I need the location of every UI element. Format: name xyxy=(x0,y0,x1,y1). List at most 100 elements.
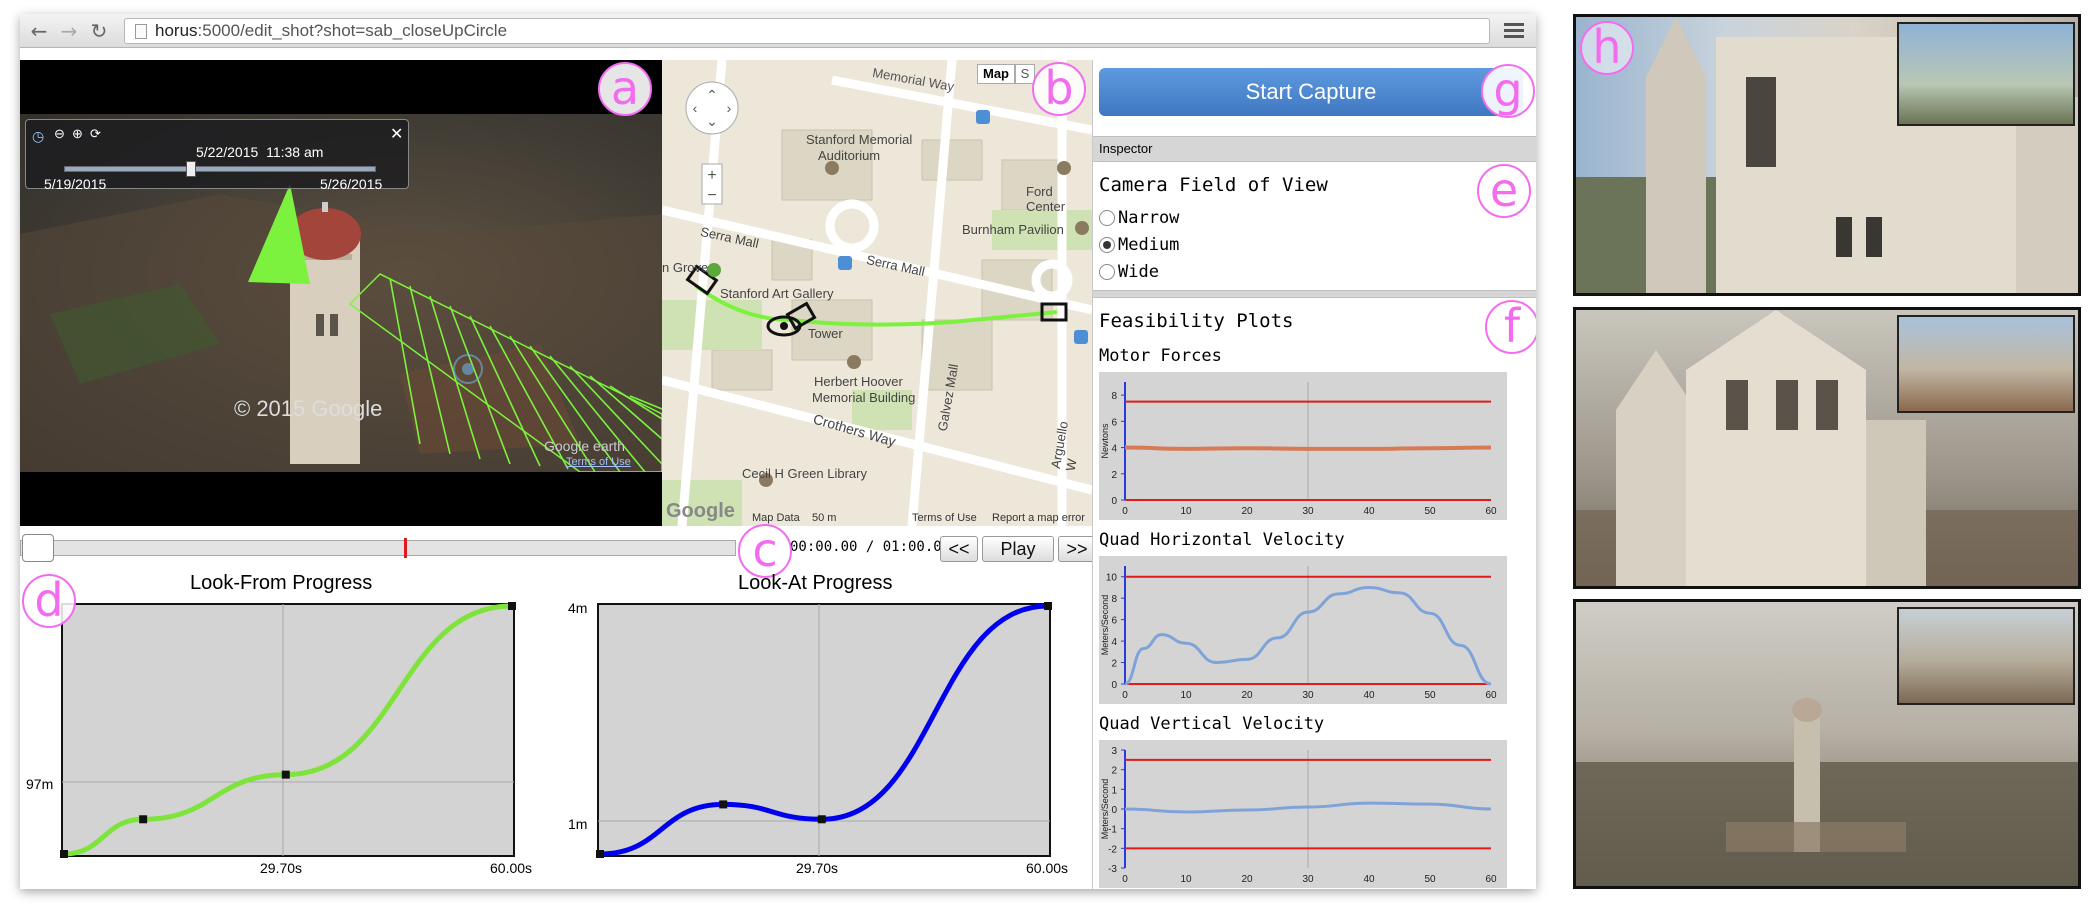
time-slider-panel: ◷ ⊖ ⊕ ⟳ ✕ 5/22/2015 11:38 am 5/19/2015 5… xyxy=(25,119,409,192)
inspector-header: Inspector xyxy=(1093,136,1536,162)
fov-option-medium[interactable]: Medium xyxy=(1099,235,1179,255)
bus-stop-icon-3 xyxy=(1074,330,1088,344)
feasibility-title: Feasibility Plots xyxy=(1099,310,1294,332)
y-tick-label--3: -3 xyxy=(1108,864,1117,875)
bus-stop-icon-2 xyxy=(838,256,852,270)
y-tick-label-4: 4 xyxy=(1111,637,1117,648)
y-tick-label-1: 1 xyxy=(1111,785,1117,796)
map-terms-link[interactable]: Terms of Use xyxy=(912,512,977,524)
map-label-grove: n Grove xyxy=(662,260,709,275)
photo-3-inset xyxy=(1897,607,2075,705)
x-tick-label-20: 20 xyxy=(1241,690,1253,701)
vertical-velocity-plot: -3-2-101230 10 20 30 40 50 60Meters/Second xyxy=(1099,740,1507,888)
inspector-panel: Start Capture g Inspector Camera Field o… xyxy=(1092,60,1536,889)
earth-terms-link[interactable]: Terms of Use xyxy=(566,456,631,468)
play-button[interactable]: Play xyxy=(982,536,1054,562)
y-tick-label-4: 4 xyxy=(1111,444,1117,455)
look-at-x-end: 60.00s xyxy=(1026,860,1069,876)
time-slider-thumb[interactable] xyxy=(186,161,196,177)
map-type-button[interactable]: Map xyxy=(977,64,1015,84)
music-venue-icon xyxy=(825,161,839,175)
x-tick-label-40: 40 xyxy=(1363,690,1375,701)
x-tick-label-50: 50 xyxy=(1424,506,1436,517)
y-tick-label-3: 3 xyxy=(1111,746,1117,757)
svg-text:⌄: ⌄ xyxy=(706,113,718,129)
clock-icon[interactable]: ◷ xyxy=(32,128,44,145)
panel-label-f: f xyxy=(1485,300,1536,354)
y-tick-label-10: 10 xyxy=(1106,573,1118,584)
campus-map[interactable]: ⌃ ⌄ ‹ › + − Map S Memorial Way Stanford … xyxy=(662,60,1092,526)
selected-datetime: 5/22/2015 11:38 am xyxy=(196,144,324,160)
x-tick-label-0: 0 xyxy=(1122,690,1128,701)
timeline-track[interactable] xyxy=(20,540,736,556)
time-settings-icon[interactable]: ⟳ xyxy=(90,126,101,142)
time-slider-track[interactable] xyxy=(64,166,376,172)
zoom-in-time-icon[interactable]: ⊕ xyxy=(72,126,83,142)
rewind-button[interactable]: << xyxy=(940,536,978,562)
motor-forces-plot: 0 2 4 6 8 0 10 20 30 40 50 60 Newtons xyxy=(1099,372,1507,520)
x-tick-label-50: 50 xyxy=(1424,690,1436,701)
map-label-tower: Tower xyxy=(808,326,843,341)
fov-option-wide[interactable]: Wide xyxy=(1099,262,1159,282)
range-end-date: 5/26/2015 xyxy=(320,176,383,192)
capture-photo-3 xyxy=(1573,599,2081,889)
playhead-marker xyxy=(404,538,407,558)
horizontal-velocity-plot: 0 2 4 6 8 10 0 10 20 30 40 50 60 Meters/Second xyxy=(1099,556,1507,704)
forward-arrow-icon[interactable]: → xyxy=(56,19,82,43)
motor-forces-title: Motor Forces xyxy=(1099,346,1222,366)
map-label-art-gallery: Stanford Art Gallery xyxy=(720,286,834,301)
fov-option-narrow[interactable]: Narrow xyxy=(1099,208,1179,228)
y-tick-label-2: 2 xyxy=(1111,470,1117,481)
look-from-plot-area xyxy=(61,603,515,857)
map-label-cecil: Cecil H Green Library xyxy=(742,466,867,481)
panel-label-e: e xyxy=(1477,164,1531,218)
x-tick-label-50: 50 xyxy=(1424,874,1436,885)
map-label-auditorium: Stanford Memorial xyxy=(806,132,913,147)
x-tick-label-30: 30 xyxy=(1302,874,1314,885)
series-line xyxy=(1124,445,1492,451)
zoom-out-time-icon[interactable]: ⊖ xyxy=(54,126,65,142)
close-time-panel-icon[interactable]: ✕ xyxy=(390,124,403,144)
radio-medium[interactable] xyxy=(1099,237,1115,253)
panel-label-d: d xyxy=(22,574,76,628)
y-tick-label-8: 8 xyxy=(1111,391,1117,402)
x-tick-label-10: 10 xyxy=(1180,506,1192,517)
radio-narrow[interactable] xyxy=(1099,210,1115,226)
timeline-scrubber: 00:00.00 / 01:00.00 << Play >> c xyxy=(20,524,1096,578)
panel-label-h: h xyxy=(1580,21,1634,75)
svg-text:‹: ‹ xyxy=(693,100,698,116)
y-tick-label--2: -2 xyxy=(1108,844,1117,855)
look-from-x-mid: 29.70s xyxy=(260,860,303,876)
y-tick-label-2: 2 xyxy=(1111,766,1117,777)
x-tick-label-40: 40 xyxy=(1363,506,1375,517)
x-tick-label-20: 20 xyxy=(1241,874,1253,885)
map-report-link[interactable]: Report a map error xyxy=(992,512,1085,524)
browser-toolbar: ← → ↻ horus:5000/edit_shot?shot=sab_clos… xyxy=(20,14,1536,48)
bus-stop-icon xyxy=(976,110,990,124)
timeline-handle[interactable] xyxy=(22,534,54,562)
forward-button[interactable]: >> xyxy=(1058,536,1096,562)
x-tick-label-30: 30 xyxy=(1302,690,1314,701)
x-tick-label-20: 20 xyxy=(1241,506,1253,517)
menu-icon[interactable] xyxy=(1502,20,1526,42)
radio-wide[interactable] xyxy=(1099,264,1115,280)
fov-title: Camera Field of View xyxy=(1099,174,1328,196)
keyframe-marker-1 xyxy=(139,815,148,824)
address-bar[interactable]: horus:5000/edit_shot?shot=sab_closeUpCir… xyxy=(124,18,1490,44)
keyframe-marker-2 xyxy=(817,815,826,824)
reload-icon[interactable]: ↻ xyxy=(86,19,112,43)
look-from-y-label: 97m xyxy=(26,776,54,792)
back-arrow-icon[interactable]: ← xyxy=(26,19,52,43)
y-tick-label-2: 2 xyxy=(1111,659,1117,670)
svg-text:›: › xyxy=(727,100,732,116)
y-axis-label: Newtons xyxy=(1100,423,1110,459)
range-start-date: 5/19/2015 xyxy=(44,176,107,192)
earth-3d-view[interactable]: © 2015 Google Google earth Terms of Use … xyxy=(20,60,662,526)
look-from-chart xyxy=(60,602,516,858)
x-tick-label-0: 0 xyxy=(1122,874,1128,885)
school-icon-3 xyxy=(847,355,861,369)
start-capture-button[interactable]: Start Capture xyxy=(1099,68,1523,116)
x-tick-label-10: 10 xyxy=(1180,874,1192,885)
x-tick-label-10: 10 xyxy=(1180,690,1192,701)
keyframe-marker-3 xyxy=(508,602,516,610)
